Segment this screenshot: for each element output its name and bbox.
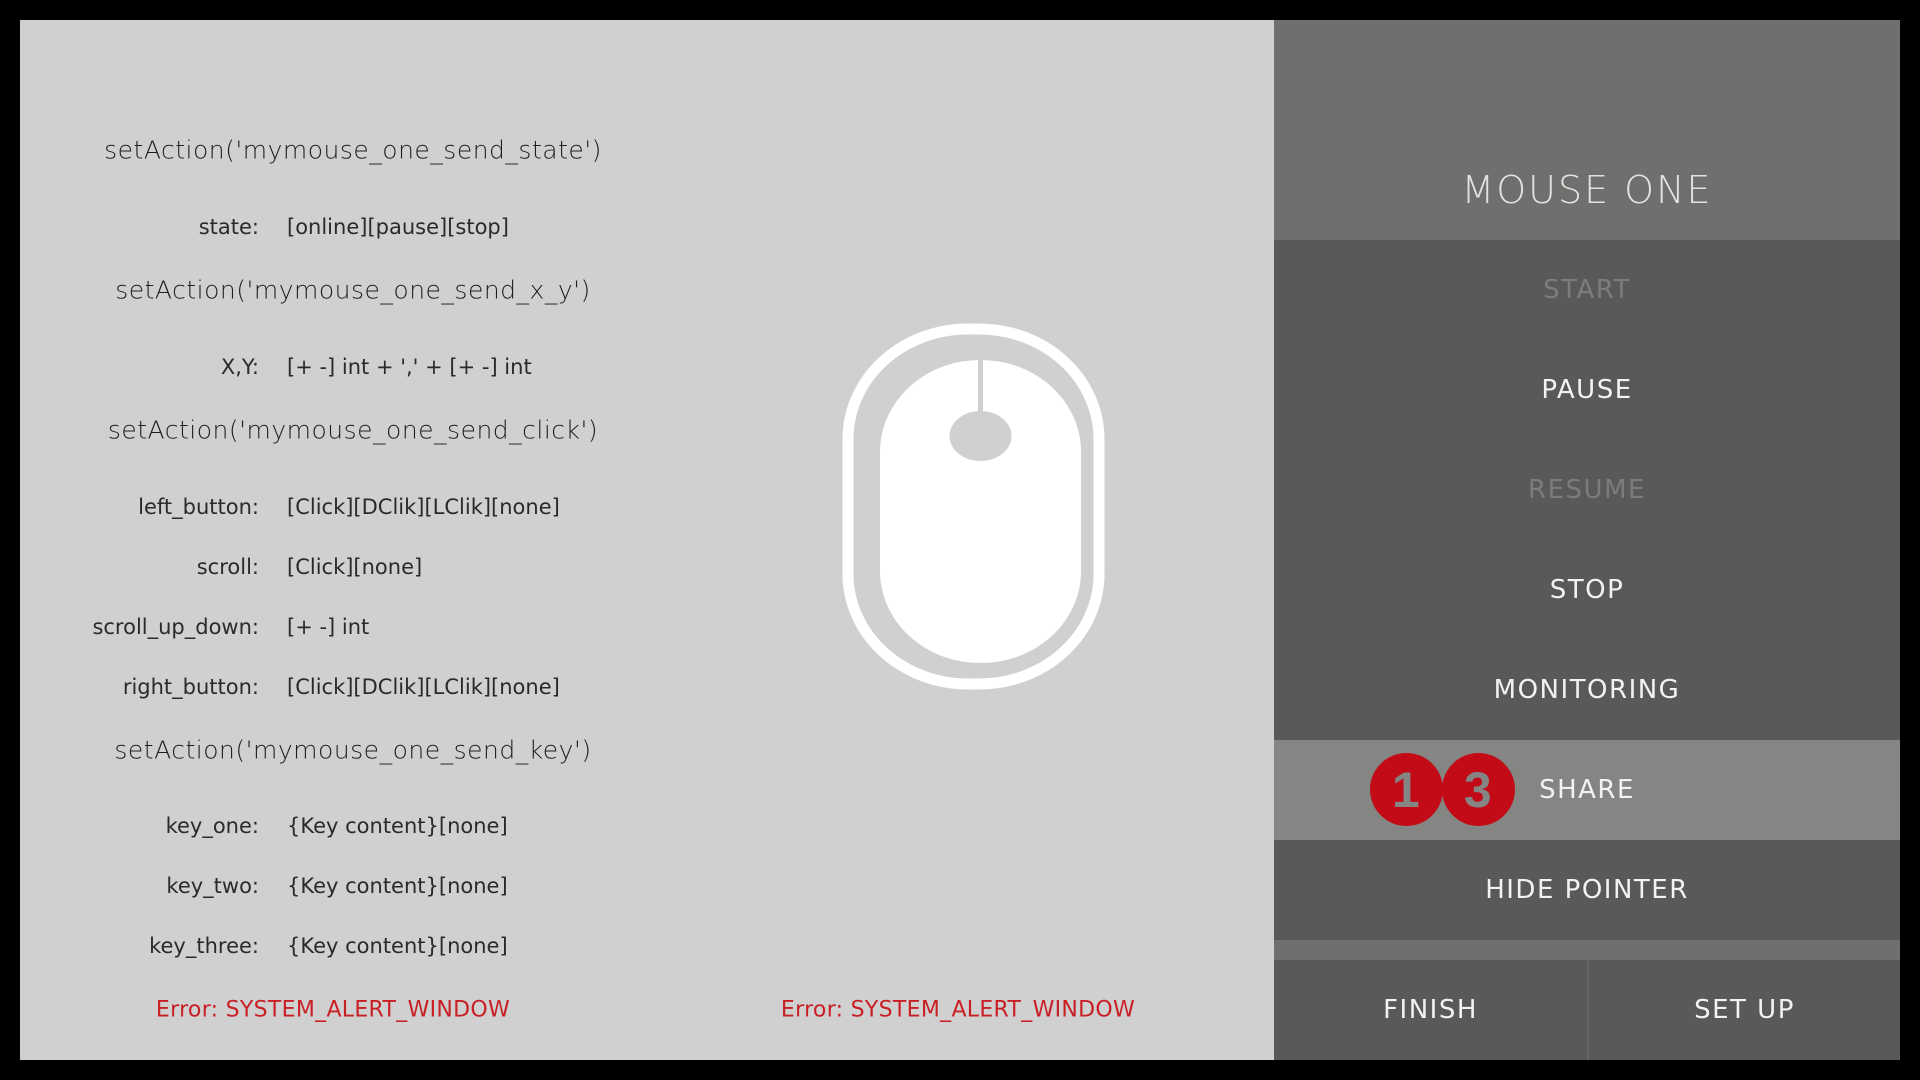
param-value: [Click][none] xyxy=(287,555,423,579)
section-title-x-y: setAction('mymouse_one_send_x_y') xyxy=(115,275,591,305)
share-label: SHARE xyxy=(1539,775,1635,805)
badge-3: 3 xyxy=(1442,753,1515,826)
param-key: scroll_up_down: xyxy=(92,615,259,639)
error-message-left: Error: SYSTEM_ALERT_WINDOW xyxy=(155,997,511,1023)
start-button[interactable]: START xyxy=(1274,240,1900,340)
mouse-icon xyxy=(842,323,1105,690)
param-key: key_two: xyxy=(166,874,259,898)
param-value: [+ -] int xyxy=(287,615,370,639)
control-panel: MOUSE ONE START PAUSE RESUME STOP MONITO… xyxy=(1274,20,1900,1060)
param-value: {Key content}[none] xyxy=(287,874,508,898)
param-value: [+ -] int + ',' + [+ -] int xyxy=(287,355,532,379)
param-key: key_three: xyxy=(149,934,259,958)
param-value: {Key content}[none] xyxy=(287,814,508,838)
pause-button[interactable]: PAUSE xyxy=(1274,340,1900,440)
param-value: [Click][DClik][LClik][none] xyxy=(287,495,560,519)
share-button[interactable]: 1 3 SHARE xyxy=(1274,740,1900,840)
badge-1: 1 xyxy=(1370,753,1443,826)
device-title: MOUSE ONE xyxy=(1461,168,1713,212)
share-badges: 1 3 xyxy=(1370,753,1516,827)
param-value: {Key content}[none] xyxy=(287,934,508,958)
param-key: key_one: xyxy=(165,814,259,838)
error-message-center: Error: SYSTEM_ALERT_WINDOW xyxy=(780,997,1136,1023)
stop-button[interactable]: STOP xyxy=(1274,540,1900,640)
api-documentation: setAction('mymouse_one_send_state') stat… xyxy=(20,20,680,1060)
section-title-click: setAction('mymouse_one_send_click') xyxy=(107,415,599,445)
resume-button[interactable]: RESUME xyxy=(1274,440,1900,540)
param-key: state: xyxy=(198,215,259,239)
finish-button[interactable]: FINISH xyxy=(1274,960,1587,1060)
panel-header: MOUSE ONE xyxy=(1274,20,1900,240)
param-value: [online][pause][stop] xyxy=(287,215,509,239)
section-title-state: setAction('mymouse_one_send_state') xyxy=(104,135,602,165)
setup-button[interactable]: SET UP xyxy=(1589,960,1900,1060)
monitoring-button[interactable]: MONITORING xyxy=(1274,640,1900,740)
hide-pointer-button[interactable]: HIDE POINTER xyxy=(1274,840,1900,940)
param-key: left_button: xyxy=(138,495,259,519)
param-key: X,Y: xyxy=(220,355,259,379)
param-value: [Click][DClik][LClik][none] xyxy=(287,675,560,699)
section-title-key: setAction('mymouse_one_send_key') xyxy=(114,735,592,765)
content-area: setAction('mymouse_one_send_state') stat… xyxy=(20,20,1274,1060)
param-key: right_button: xyxy=(122,675,259,699)
separator xyxy=(1274,940,1900,960)
param-key: scroll: xyxy=(196,555,259,579)
mouse-preview xyxy=(828,309,1133,713)
